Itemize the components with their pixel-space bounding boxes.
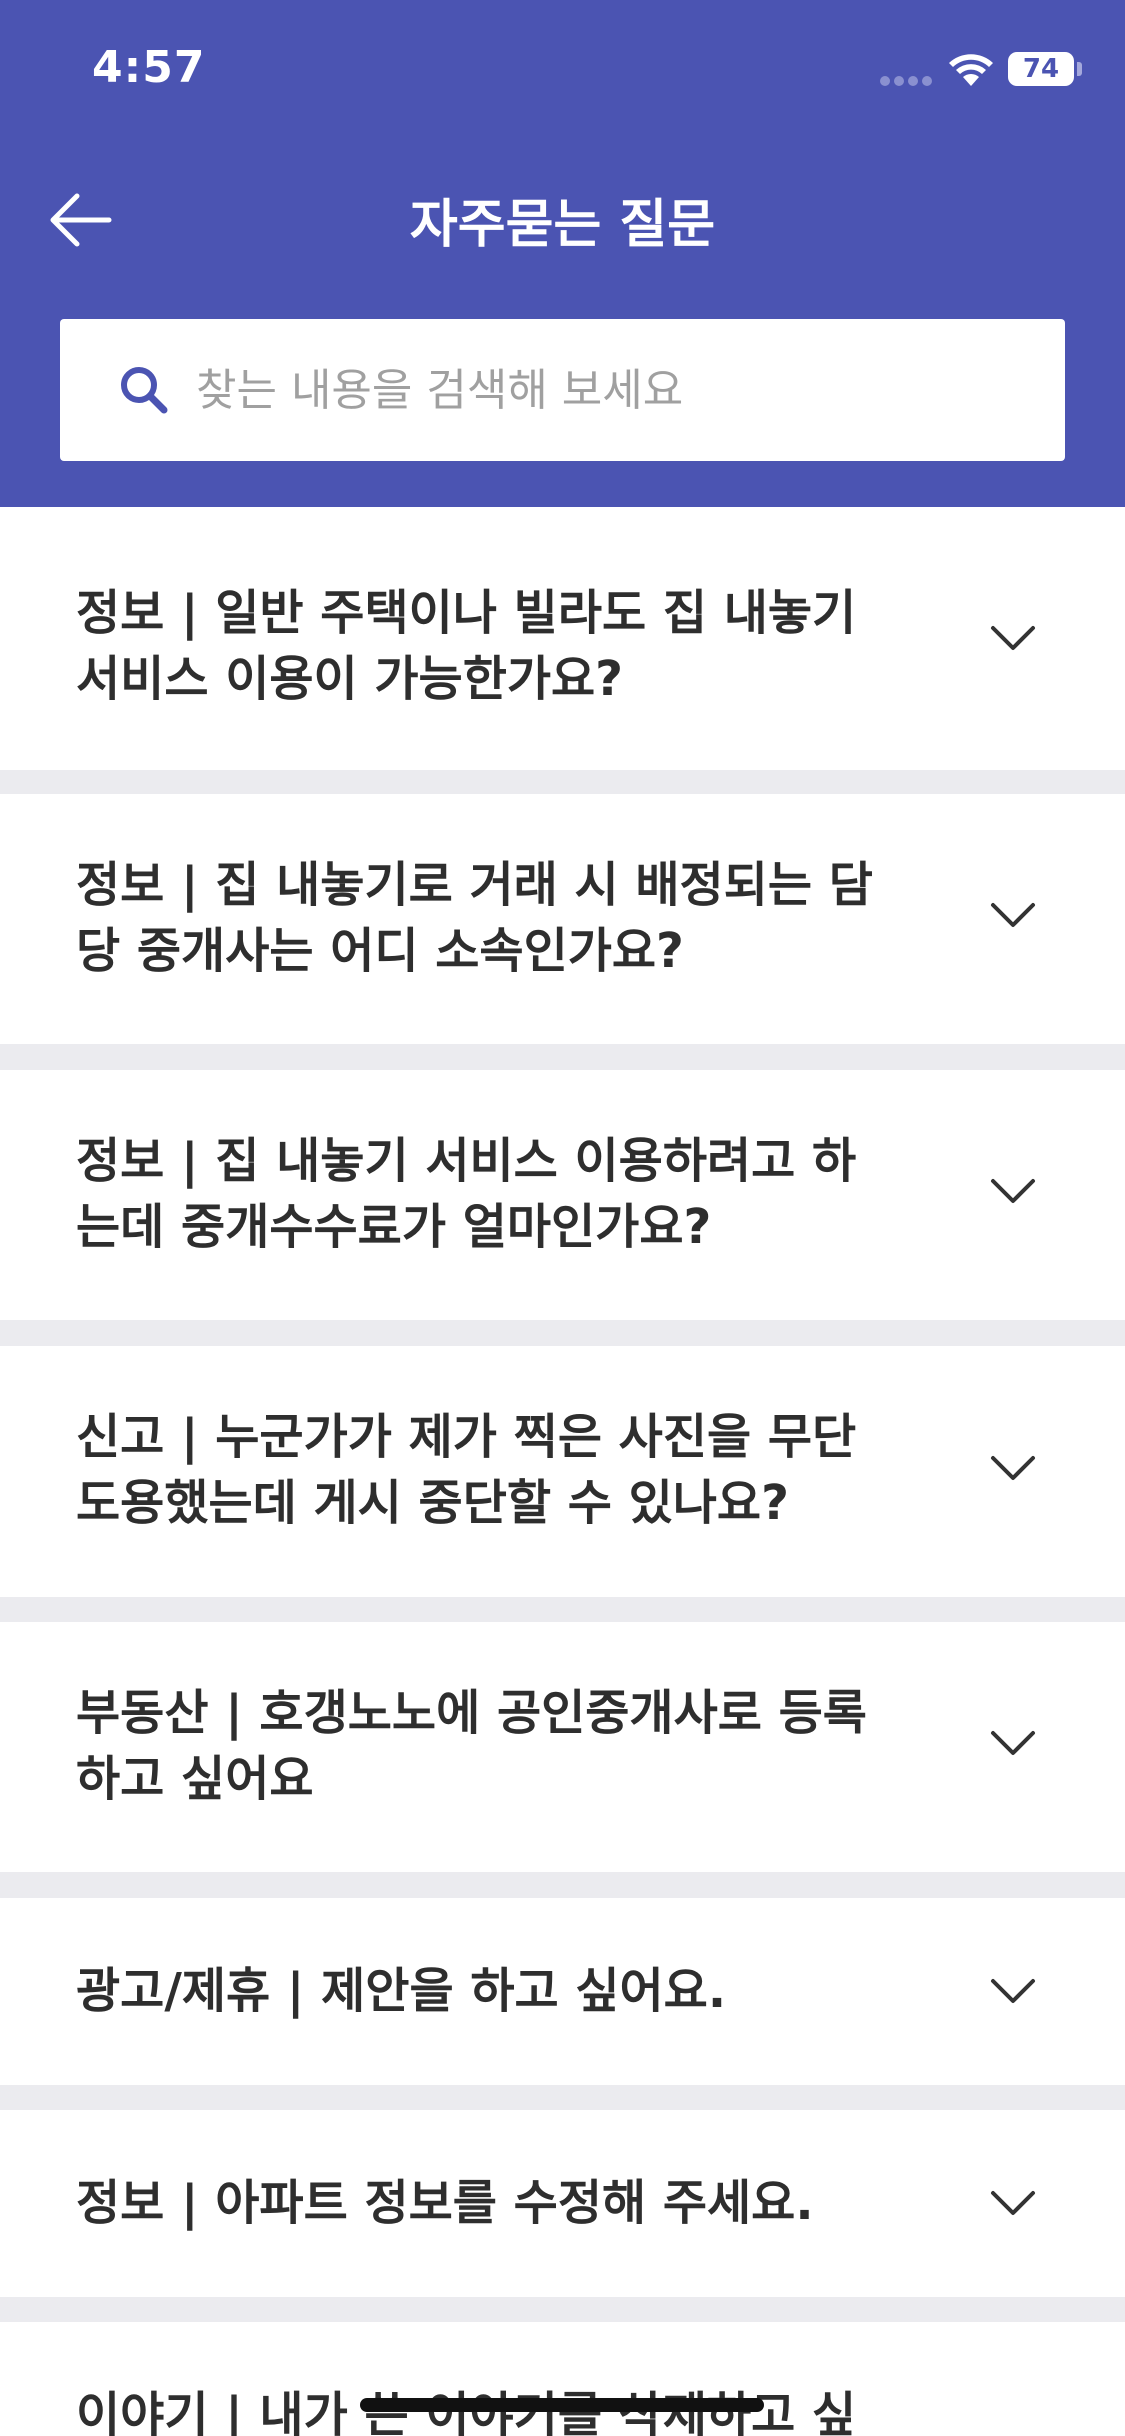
battery-level: 74	[1022, 54, 1060, 84]
faq-item[interactable]: 정보 | 집 내놓기로 거래 시 배정되는 담 당 중개사는 어디 소속인가요?	[0, 794, 1125, 1044]
faq-question: 정보 | 일반 주택이나 빌라도 집 내놓기 서비스 이용이 가능한가요?	[76, 580, 916, 712]
chevron-down-icon	[991, 626, 1035, 650]
status-bar: 4:57 74	[0, 0, 1125, 140]
faq-question: 정보 | 집 내놓기 서비스 이용하려고 하 는데 중개수수료가 얼마인가요?	[76, 1128, 916, 1260]
faq-question-line: 정보 | 일반 주택이나 빌라도 집 내놓기	[76, 585, 857, 641]
faq-item[interactable]: 이야기 | 내가 쓴 이야기를 삭제하고 싶	[0, 2322, 1125, 2436]
chevron-down-icon	[991, 1456, 1035, 1480]
faq-item[interactable]: 정보 | 아파트 정보를 수정해 주세요.	[0, 2110, 1125, 2297]
faq-item[interactable]: 신고 | 누군가가 제가 찍은 사진을 무단 도용했는데 게시 중단할 수 있나…	[0, 1346, 1125, 1597]
faq-item[interactable]: 광고/제휴 | 제안을 하고 싶어요.	[0, 1898, 1125, 2085]
chevron-down-icon	[991, 903, 1035, 927]
faq-question-line: 정보 | 집 내놓기 서비스 이용하려고 하	[76, 1133, 857, 1189]
faq-question: 정보 | 집 내놓기로 거래 시 배정되는 담 당 중개사는 어디 소속인가요?	[76, 852, 916, 984]
search-icon	[121, 367, 168, 414]
faq-item[interactable]: 정보 | 집 내놓기 서비스 이용하려고 하 는데 중개수수료가 얼마인가요?	[0, 1070, 1125, 1320]
faq-question-line: 부동산 | 호갱노노에 공인중개사로 등록	[76, 1685, 867, 1741]
faq-question-line: 당 중개사는 어디 소속인가요?	[76, 923, 684, 979]
battery-cap	[1077, 62, 1082, 76]
battery-icon: 74	[1008, 52, 1074, 86]
faq-question-line: 정보 | 집 내놓기로 거래 시 배정되는 담	[76, 857, 873, 913]
faq-question-line: 하고 싶어요	[76, 1751, 314, 1807]
faq-question: 신고 | 누군가가 제가 찍은 사진을 무단 도용했는데 게시 중단할 수 있나…	[76, 1404, 916, 1536]
faq-question-line: 도용했는데 게시 중단할 수 있나요?	[76, 1475, 789, 1531]
wifi-icon	[949, 54, 993, 86]
app-header: 4:57 74 자주묻는 질문	[0, 0, 1125, 507]
cellular-signal-icon	[880, 76, 934, 86]
faq-item[interactable]: 정보 | 일반 주택이나 빌라도 집 내놓기 서비스 이용이 가능한가요?	[0, 507, 1125, 770]
faq-question-line: 는데 중개수수료가 얼마인가요?	[76, 1199, 712, 1255]
faq-question-line: 서비스 이용이 가능한가요?	[76, 651, 624, 707]
faq-question-line: 정보 | 아파트 정보를 수정해 주세요.	[76, 2175, 814, 2231]
chevron-down-icon	[991, 1731, 1035, 1755]
faq-question: 부동산 | 호갱노노에 공인중개사로 등록 하고 싶어요	[76, 1680, 916, 1812]
chevron-down-icon	[991, 1179, 1035, 1203]
page-title: 자주묻는 질문	[409, 195, 716, 255]
faq-question: 정보 | 아파트 정보를 수정해 주세요.	[76, 2170, 916, 2236]
chevron-down-icon	[991, 1979, 1035, 2003]
home-indicator[interactable]	[360, 2398, 764, 2412]
search-input[interactable]	[196, 319, 1065, 461]
faq-question-line: 광고/제휴 | 제안을 하고 싶어요.	[76, 1963, 727, 2019]
chevron-down-icon	[991, 2191, 1035, 2215]
search-bar[interactable]	[60, 319, 1065, 461]
faq-question: 광고/제휴 | 제안을 하고 싶어요.	[76, 1958, 916, 2024]
faq-item[interactable]: 부동산 | 호갱노노에 공인중개사로 등록 하고 싶어요	[0, 1622, 1125, 1872]
faq-question-line: 신고 | 누군가가 제가 찍은 사진을 무단	[76, 1409, 857, 1465]
status-time: 4:57	[92, 42, 206, 93]
